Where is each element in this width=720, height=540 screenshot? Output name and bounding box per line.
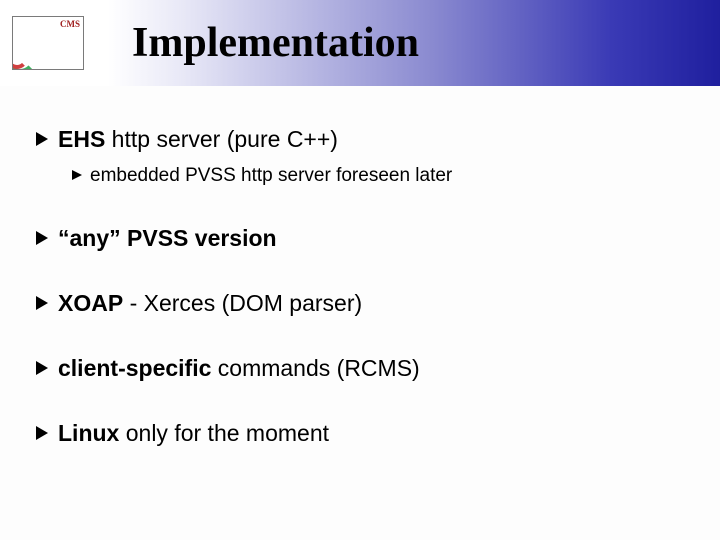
bullet-l2: embedded PVSS http server foreseen later — [72, 165, 690, 187]
logo-text: CMS — [60, 19, 80, 29]
bullet-l1: “any” PVSS version — [36, 225, 690, 252]
bullet-l1: XOAP - Xerces (DOM parser) — [36, 290, 690, 317]
bullet-arrow-icon — [36, 426, 48, 440]
slide-content: EHS http server (pure C++) embedded PVSS… — [0, 86, 720, 447]
bullet-arrow-icon — [36, 231, 48, 245]
bullet-text: XOAP - Xerces (DOM parser) — [58, 290, 362, 317]
bullet-text: client-specific commands (RCMS) — [58, 355, 420, 382]
bullet-arrow-icon — [72, 170, 82, 180]
bullet-text: Linux only for the moment — [58, 420, 329, 447]
bullet-l1: Linux only for the moment — [36, 420, 690, 447]
bullet-text: “any” PVSS version — [58, 225, 277, 252]
cms-logo: CMS — [12, 16, 84, 70]
bullet-text: embedded PVSS http server foreseen later — [90, 165, 452, 187]
bullet-arrow-icon — [36, 132, 48, 146]
slide: CMS Implementation EHS http server (pure… — [0, 0, 720, 540]
bullet-arrow-icon — [36, 296, 48, 310]
bullet-l1: client-specific commands (RCMS) — [36, 355, 690, 382]
slide-title: Implementation — [132, 19, 419, 67]
bullet-arrow-icon — [36, 361, 48, 375]
bullet-l1: EHS http server (pure C++) — [36, 126, 690, 153]
bullet-text: EHS http server (pure C++) — [58, 126, 338, 153]
header-bar: CMS Implementation — [0, 0, 720, 86]
